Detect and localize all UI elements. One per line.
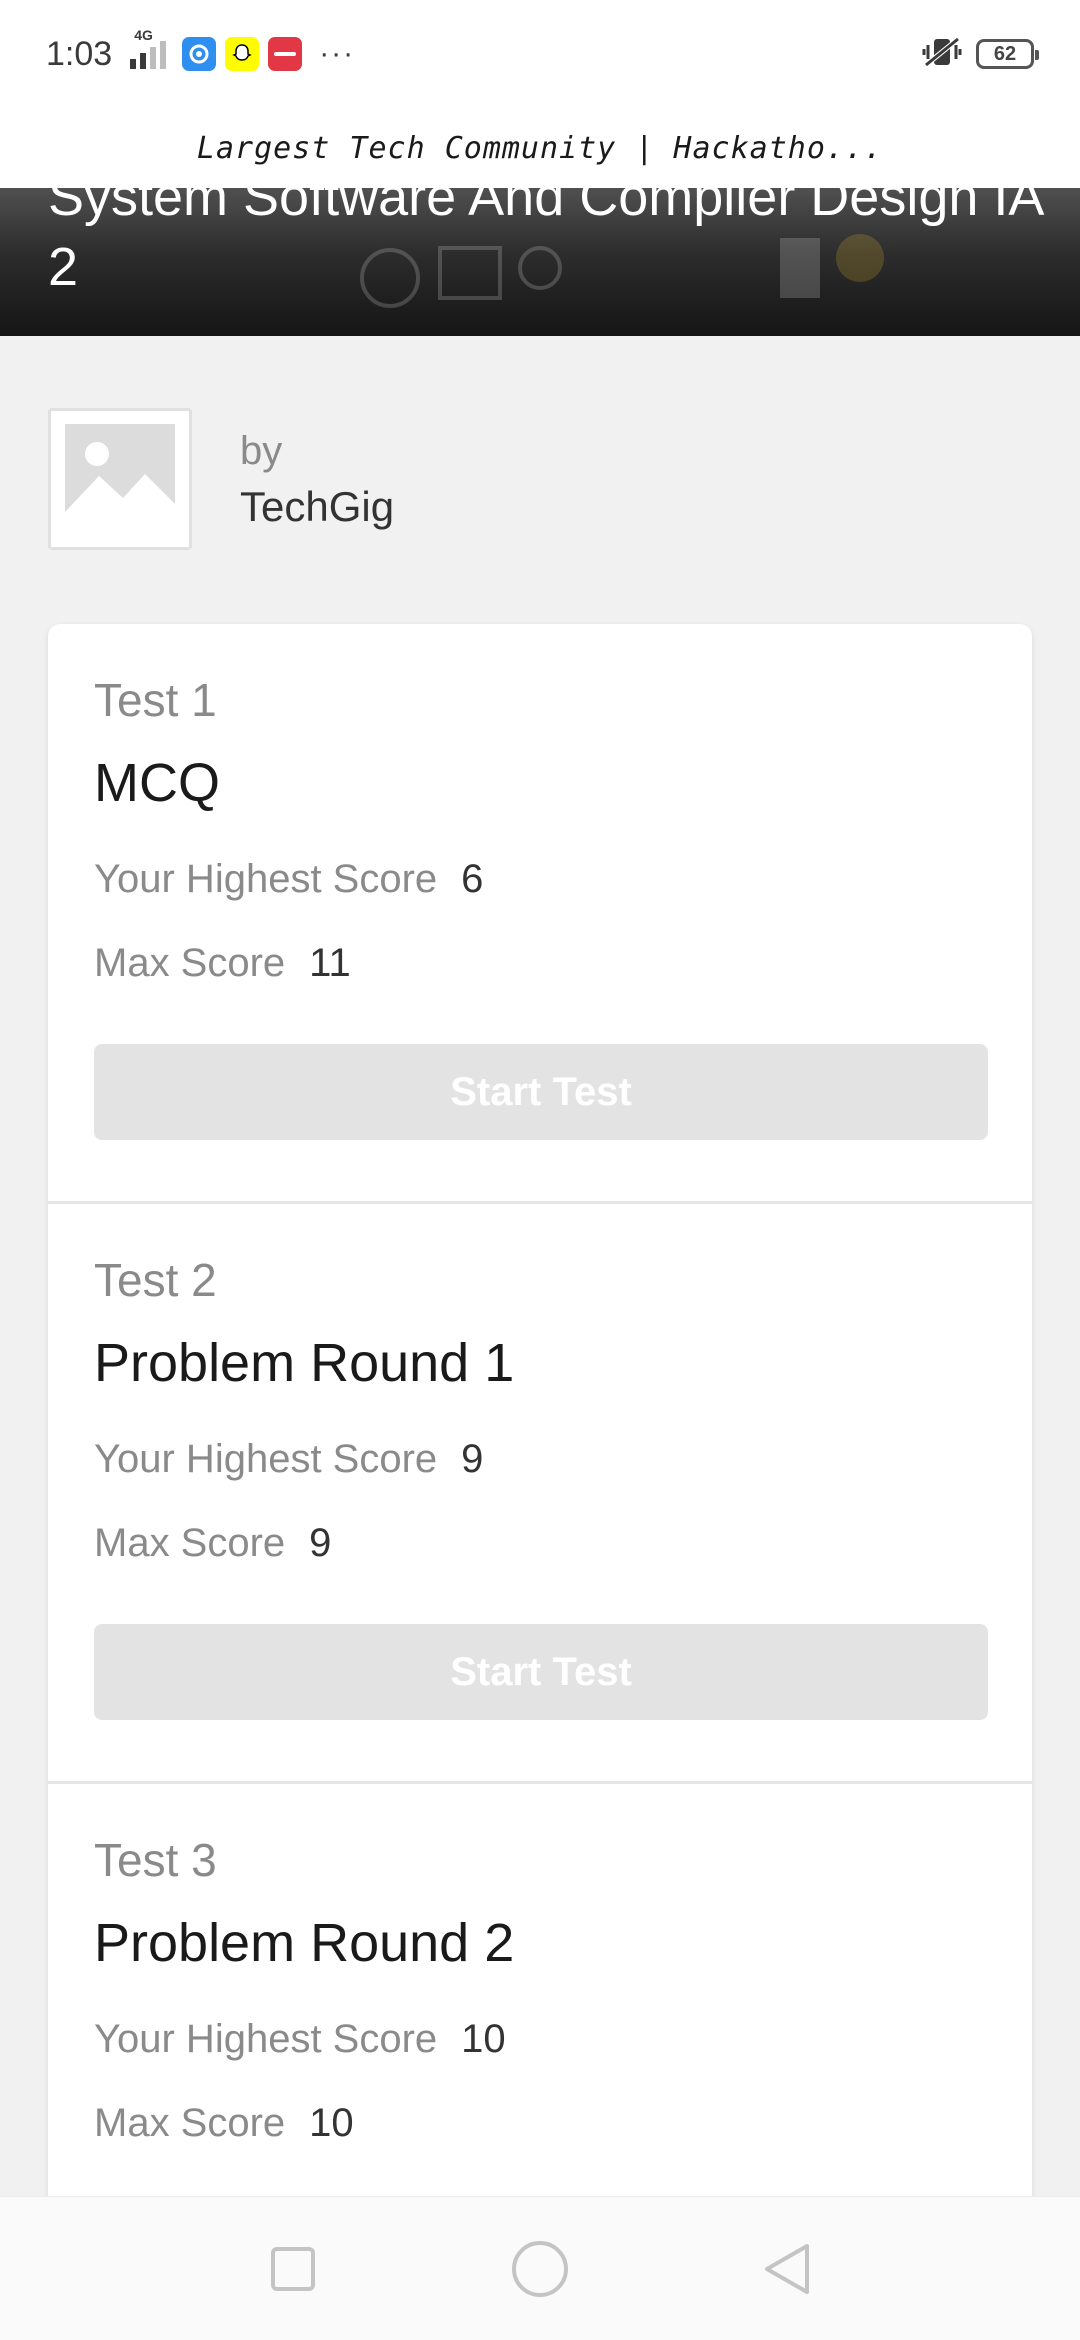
page-title: Largest Tech Community | Hackatho... [0,108,1080,188]
max-score-label: Max Score [94,941,286,985]
max-score-value: 9 [309,1521,332,1565]
max-score-value: 10 [309,2101,354,2145]
hero-banner: System Software And Compiler Design IA 2 [0,188,1080,336]
battery-icon: 62 [976,39,1039,69]
highest-score-value: 9 [461,1437,484,1481]
author-name: TechGig [240,483,395,530]
highest-score-row: Your Highest Score 6 [94,854,986,904]
highest-score-label: Your Highest Score [94,1437,438,1481]
navigation-bar [0,2196,1080,2340]
highest-score-value: 6 [461,857,484,901]
author-by-label: by [240,429,283,473]
course-title: System Software And Compiler Design IA 2 [48,188,1042,297]
test-name: MCQ [94,753,220,813]
recent-apps-icon[interactable] [258,2234,328,2304]
test-number: Test 2 [94,1254,217,1306]
test-name: Problem Round 1 [94,1333,515,1393]
author-avatar [48,408,192,550]
start-test-button[interactable]: Start Test [94,1624,988,1720]
max-score-label: Max Score [94,2101,286,2145]
back-icon[interactable] [752,2234,822,2304]
image-placeholder-icon [65,424,175,534]
test-number: Test 1 [94,674,217,726]
tests-card: Test 1 MCQ Your Highest Score 6 Max Scor… [48,624,1032,2224]
highest-score-label: Your Highest Score [94,857,438,901]
start-test-button[interactable]: Start Test [94,1044,988,1140]
test-item: Test 1 MCQ Your Highest Score 6 Max Scor… [48,624,1032,1204]
highest-score-row: Your Highest Score 10 [94,2014,986,2064]
test-item: Test 2 Problem Round 1 Your Highest Scor… [48,1204,1032,1784]
max-score-label: Max Score [94,1521,286,1565]
max-score-row: Max Score 11 [94,938,986,988]
author-section: by TechGig [48,408,394,550]
highest-score-value: 10 [461,2017,506,2061]
snapchat-app-icon [225,37,260,71]
highest-score-row: Your Highest Score 9 [94,1434,986,1484]
max-score-value: 11 [309,941,351,985]
network-type: 4G [134,27,153,43]
signal-icon: 4G [130,27,167,69]
more-notifications-icon: ··· [319,37,356,70]
status-time: 1:03 [46,34,113,73]
shareit-app-icon [182,37,217,71]
max-score-row: Max Score 10 [94,2098,986,2148]
test-name: Problem Round 2 [94,1913,515,1973]
test-number: Test 3 [94,1834,217,1886]
highest-score-label: Your Highest Score [94,2017,438,2061]
max-score-row: Max Score 9 [94,1518,986,1568]
vibrate-icon [922,35,962,74]
home-icon[interactable] [505,2234,575,2304]
zomato-app-icon [268,37,303,71]
test-item: Test 3 Problem Round 2 Your Highest Scor… [48,1784,1032,2224]
status-bar: 1:03 4G ··· 62 [0,0,1080,108]
